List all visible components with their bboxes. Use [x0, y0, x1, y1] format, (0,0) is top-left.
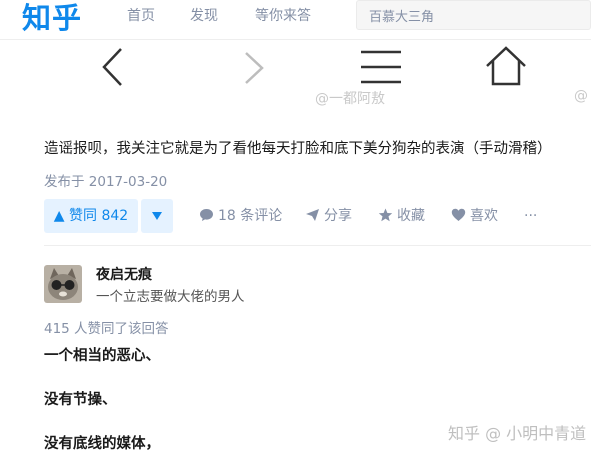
nav-waiting-answers[interactable]: 等你来答	[255, 8, 311, 24]
zhihu-logo[interactable]: 知乎	[22, 0, 82, 36]
downvote-button[interactable]	[141, 199, 173, 233]
zhihu-watermark: 知乎 @ 小明中青道	[448, 424, 587, 443]
home-icon	[486, 46, 526, 86]
forward-arrow-icon	[245, 52, 264, 84]
cat-with-sunglasses-avatar-icon	[44, 265, 82, 303]
more-options-button[interactable]: ···	[524, 207, 537, 225]
back-arrow-icon	[102, 48, 122, 86]
author-name[interactable]: 夜启无痕	[96, 264, 152, 284]
weibo-watermark: @一都阿敖	[315, 91, 385, 107]
nav-home[interactable]: 首页	[127, 8, 155, 24]
answer-paragraph: 一个相当的恶心、	[44, 348, 160, 364]
share-button[interactable]: 分享	[305, 207, 352, 225]
menu-icon	[361, 50, 401, 84]
collect-button[interactable]: 收藏	[378, 207, 425, 225]
paper-plane-icon	[306, 209, 319, 221]
like-label: 喜欢	[470, 208, 498, 224]
avatar[interactable]	[44, 265, 82, 303]
upvote-button[interactable]: ▲ 赞同 842	[44, 199, 138, 233]
answer-paragraph: 没有底线的媒体，	[44, 436, 160, 452]
embedded-phone-nav-image	[0, 40, 591, 120]
collect-label: 收藏	[397, 208, 425, 224]
answer-divider	[44, 245, 591, 246]
author-bio: 一个立志要做大佬的男人	[96, 289, 245, 305]
comment-button[interactable]: 18 条评论	[199, 207, 282, 225]
answer-paragraph: 没有节操、	[44, 392, 117, 408]
share-label: 分享	[324, 208, 352, 224]
search-input[interactable]: 百慕大三角	[356, 0, 591, 30]
post-date: 发布于 2017-03-20	[44, 174, 168, 190]
votes-note: 415 人赞同了该回答	[44, 321, 169, 337]
star-icon	[378, 208, 393, 222]
post-body-text: 造谣报呗，我关注它就是为了看他每天打脸和底下美分狗杂的表演（手动滑稽）	[44, 141, 552, 157]
heart-icon	[451, 208, 466, 221]
weibo-watermark-partial: @	[574, 88, 588, 104]
comment-bubble-icon	[200, 209, 213, 221]
like-button[interactable]: 喜欢	[451, 207, 498, 225]
top-navbar: 知乎 首页 发现 等你来答 百慕大三角	[0, 0, 591, 40]
triangle-down-icon	[152, 212, 162, 220]
nav-discover[interactable]: 发现	[190, 8, 218, 24]
comment-count-label: 18 条评论	[218, 208, 283, 224]
